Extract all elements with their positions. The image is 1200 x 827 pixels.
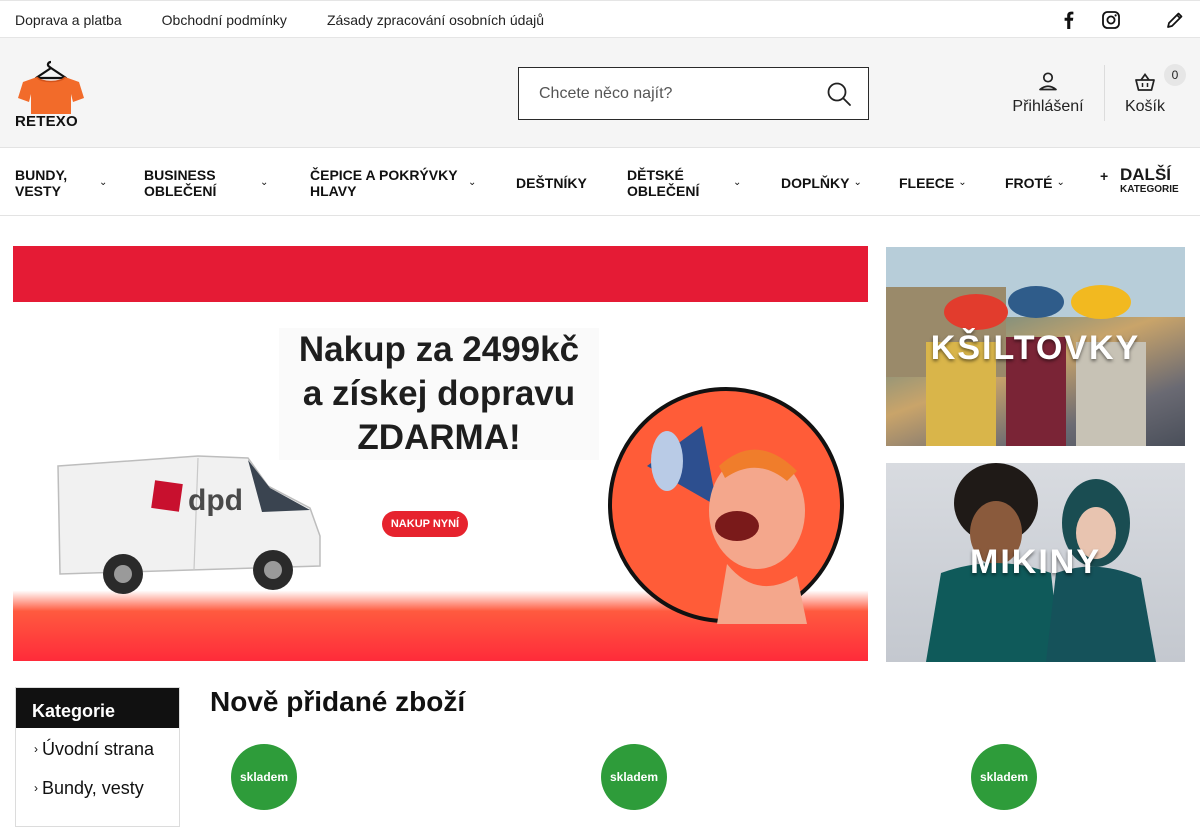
basket-icon	[1135, 73, 1155, 91]
logo-text: RETEXO	[15, 113, 78, 130]
section-title: Nově přidané zboží	[210, 686, 466, 717]
stock-badge: skladem	[601, 744, 667, 810]
headline-line: Nakup za 2499kč	[298, 330, 580, 369]
category-nav: Bundy, vesty ⌄ Business oblečení ⌄ Čepice …	[0, 149, 1200, 216]
chevron-down-icon: ⌄	[853, 176, 862, 188]
banner-cta-button[interactable]: NAKUP NYNÍ	[382, 511, 468, 537]
more-sublabel: Kategorie	[1120, 184, 1179, 195]
side-banner-caption: MIKINY	[970, 543, 1101, 581]
header-divider	[1104, 65, 1105, 121]
instagram-icon[interactable]	[1101, 10, 1121, 30]
nav-item-detske[interactable]: Dětské oblečení ⌄	[627, 149, 747, 216]
nav-label: Froté	[1005, 174, 1053, 191]
banner-top-stripe	[13, 246, 868, 302]
sidebar-item-bundy[interactable]: › Bundy, vesty	[16, 770, 179, 806]
pencil-icon[interactable]	[1165, 10, 1185, 30]
side-banner-caps[interactable]: KŠILTOVKY	[886, 247, 1185, 446]
category-sidebar: Kategorie › Úvodní strana › Bundy, vesty	[15, 687, 180, 827]
nav-label: Business oblečení	[144, 166, 217, 199]
side-banner-caption: KŠILTOVKY	[930, 329, 1141, 367]
link-privacy[interactable]: Zásady zpracování osobních údajů	[327, 12, 544, 28]
van-logo-text: dpd	[188, 484, 243, 517]
chevron-right-icon: ›	[34, 742, 38, 756]
user-icon	[1039, 72, 1057, 91]
search-icon[interactable]	[826, 81, 852, 107]
top-bar: Doprava a platba Obchodní podmínky Zásad…	[0, 0, 1200, 38]
sidebar-title: Kategorie	[16, 688, 179, 728]
cart-label: Košík	[1124, 98, 1165, 115]
link-terms[interactable]: Obchodní podmínky	[162, 12, 287, 28]
nav-item-destniky[interactable]: Deštníky	[516, 149, 587, 216]
chevron-down-icon: ⌄	[99, 176, 108, 188]
stock-badge: skladem	[971, 744, 1037, 810]
nav-item-doplnky[interactable]: Doplňky ⌄	[781, 149, 862, 216]
sidebar-item-home[interactable]: › Úvodní strana	[16, 731, 179, 767]
cart-count-badge: 0	[1164, 64, 1186, 86]
nav-item-cepice[interactable]: Čepice a pokrývky hlavy ⌄	[310, 149, 480, 216]
headline-line: a získej dopravu	[302, 374, 576, 413]
nav-item-business[interactable]: Business oblečení ⌄	[144, 149, 274, 216]
nav-label: Bundy, vesty	[15, 166, 68, 199]
sidebar-item-label: Úvodní strana	[42, 738, 155, 759]
banner-headline: Nakup za 2499kč a získej dopravu ZDARMA!	[279, 328, 599, 460]
chevron-down-icon: ⌄	[260, 176, 269, 188]
nav-label: Deštníky	[516, 174, 587, 191]
chevron-down-icon: ⌄	[1056, 176, 1065, 188]
chevron-down-icon: ⌄	[958, 176, 967, 188]
promo-banner[interactable]: Nakup za 2499kč a získej dopravu ZDARMA!…	[13, 246, 868, 661]
link-shipping[interactable]: Doprava a platba	[15, 12, 122, 28]
nav-item-fleece[interactable]: Fleece ⌄	[899, 149, 967, 216]
top-links: Doprava a platba Obchodní podmínky Zásad…	[15, 1, 544, 39]
chevron-down-icon: ⌄	[733, 176, 742, 188]
more-label: Další	[1120, 165, 1171, 184]
header: RETEXO Přihlášení Košík 0	[0, 38, 1200, 148]
login-label: Přihlášení	[1012, 98, 1084, 115]
nav-item-bundy[interactable]: Bundy, vesty ⌄	[15, 149, 110, 216]
delivery-van-icon: dpd	[57, 455, 321, 594]
megaphone-character-icon	[608, 387, 844, 624]
facebook-icon[interactable]	[1059, 10, 1079, 30]
search-box	[518, 67, 869, 120]
stock-badge: skladem	[231, 744, 297, 810]
chevron-down-icon: ⌄	[468, 176, 477, 188]
nav-label: Čepice a pokrývky hlavy	[310, 166, 458, 199]
login-button[interactable]: Přihlášení	[1008, 68, 1088, 120]
side-banner-hoodies[interactable]: MIKINY	[886, 463, 1185, 662]
chevron-right-icon: ›	[34, 781, 38, 795]
nav-item-frote[interactable]: Froté ⌄	[1005, 149, 1065, 216]
nav-label: Fleece	[899, 174, 955, 191]
plus-icon: +	[1100, 168, 1109, 184]
search-input[interactable]	[519, 68, 809, 119]
nav-label: Dětské oblečení	[627, 166, 700, 199]
sidebar-item-label: Bundy, vesty	[42, 777, 144, 798]
nav-label: Doplňky	[781, 174, 850, 191]
